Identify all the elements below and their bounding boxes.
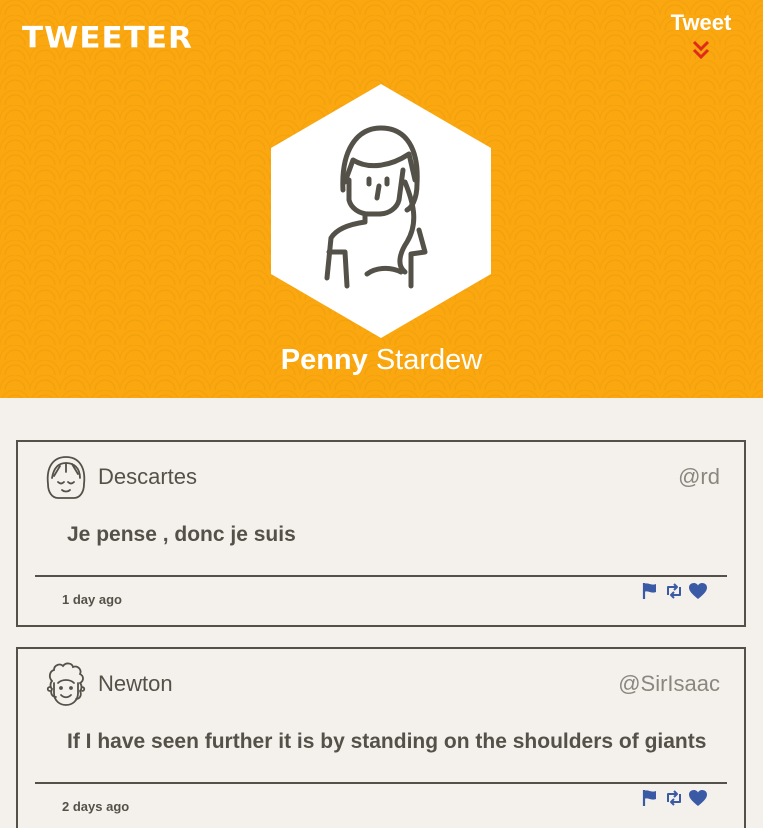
tweet-timestamp: 2 days ago [62, 799, 130, 814]
tweet-handle[interactable]: @rd [678, 464, 720, 490]
tweet-timestamp: 1 day ago [62, 592, 122, 607]
tweet-divider [35, 782, 727, 784]
profile-first-name: Penny [280, 344, 368, 376]
tweet-text: Je pense , donc je suis [67, 523, 296, 546]
heart-icon[interactable] [688, 789, 708, 807]
profile-header: TWEETER Tweet Penny Stardew [0, 0, 763, 398]
tweet-card: Newton @SirIsaac If I have seen further … [16, 647, 746, 828]
flag-icon[interactable] [640, 789, 660, 807]
tweet-actions [640, 789, 708, 807]
profile-last-name: Stardew [375, 344, 483, 376]
tweet-author[interactable]: Descartes [98, 464, 197, 490]
girl-avatar-icon [46, 456, 86, 499]
compose-tweet-link[interactable]: Tweet [661, 10, 741, 61]
tweet-handle[interactable]: @SirIsaac [618, 671, 720, 697]
compose-tweet-label[interactable]: Tweet [661, 10, 741, 36]
tweet-author[interactable]: Newton [98, 671, 173, 697]
retweet-icon[interactable] [664, 582, 684, 600]
double-chevron-down-icon[interactable] [690, 39, 712, 61]
tweet-divider [35, 575, 727, 577]
flag-icon[interactable] [640, 582, 660, 600]
heart-icon[interactable] [688, 582, 708, 600]
tweet-card: Descartes @rd Je pense , donc je suis 1 … [16, 440, 746, 627]
profile-name: Penny Stardew [0, 344, 763, 377]
tweet-text: If I have seen further it is by standing… [67, 730, 707, 753]
tweet-actions [640, 582, 708, 600]
retweet-icon[interactable] [664, 789, 684, 807]
profile-avatar [271, 84, 491, 338]
app-logo[interactable]: TWEETER [22, 21, 193, 55]
curly-hair-avatar-icon [46, 662, 86, 706]
